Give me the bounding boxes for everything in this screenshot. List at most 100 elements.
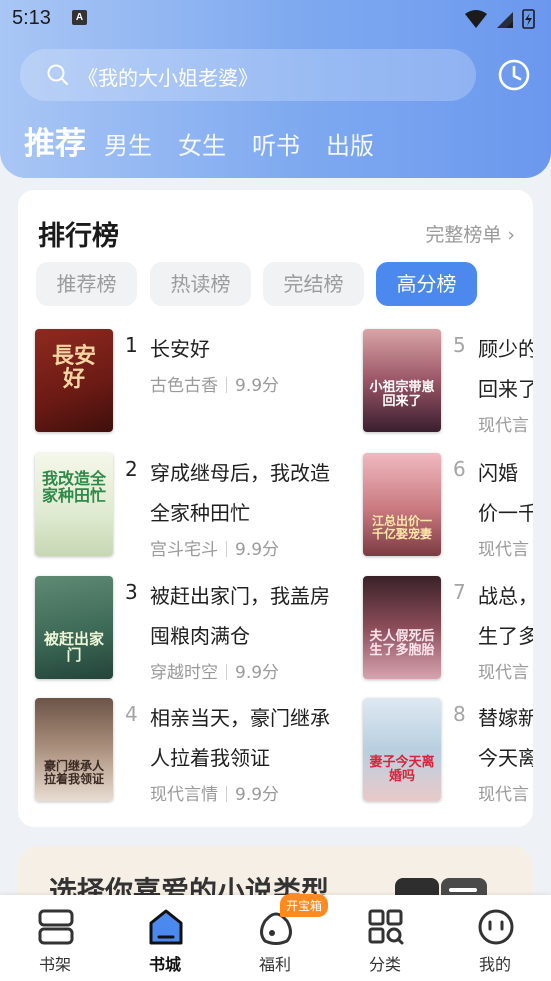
- book-cover: 夫人假死后生了多胞胎: [363, 576, 441, 679]
- book-score: 9.9分: [235, 376, 280, 396]
- header: 5:13 A 《我的大小姐老婆》 推荐 男生 女生 听书 出版: [0, 0, 551, 178]
- tab-recommend[interactable]: 推荐: [24, 118, 86, 163]
- book-genre: 宫斗宅斗: [150, 540, 218, 560]
- ranking-card: 排行榜 完整榜单 › 推荐榜 热读榜 完结榜 高分榜 長安好 1 长安好 古色古…: [18, 190, 533, 827]
- status-bar: 5:13 A: [0, 0, 551, 36]
- book-title-line: 替嫁新: [478, 706, 533, 730]
- book-genre: 现代言情: [150, 785, 218, 805]
- bookstore-icon: [149, 909, 183, 945]
- separator: [226, 541, 227, 557]
- book-genre: 现代言: [478, 785, 529, 805]
- status-time: 5:13: [12, 7, 51, 29]
- book-genre: 穿越时空: [150, 663, 218, 683]
- book-score: 9.9分: [235, 540, 280, 560]
- search-bar[interactable]: 《我的大小姐老婆》: [20, 49, 476, 101]
- treasure-box-badge: 开宝箱: [280, 894, 329, 917]
- book-title: 被赶出家门，我盖房囤粮肉满仓: [150, 584, 330, 648]
- book-rank: 3: [125, 580, 138, 604]
- separator: [226, 786, 227, 802]
- book-title: 长安好: [150, 337, 210, 361]
- book-cover: 妻子今天离婚吗: [363, 698, 441, 801]
- book-cover-title: 豪门继承人拉着我领证: [43, 759, 104, 786]
- separator: [226, 664, 227, 680]
- book-cover: 我改造全家种田忙: [35, 453, 113, 556]
- separator: [226, 377, 227, 393]
- category-grid-icon: [368, 909, 404, 945]
- book-title: 顾少的 回来了: [478, 329, 533, 409]
- book-cover-title: 江总出价一千亿娶宠妻: [371, 514, 432, 541]
- book-item[interactable]: 長安好 1 长安好 古色古香 9.9分: [35, 329, 355, 433]
- book-item[interactable]: 我改造全家种田忙 2 穿成继母后，我改造全家种田忙 宫斗宅斗 9.9分: [35, 453, 355, 560]
- search-placeholder: 《我的大小姐老婆》: [78, 66, 258, 90]
- book-rank: 4: [125, 702, 138, 726]
- full-ranking-link[interactable]: 完整榜单 ›: [425, 220, 515, 247]
- book-item[interactable]: 夫人假死后生了多胞胎 7 战总， 生了多 现代言: [363, 576, 533, 683]
- book-title-line: 闪婚: [478, 461, 518, 485]
- book-cover-title: 妻子今天离婚吗: [369, 755, 435, 784]
- book-cover-title: 長安好: [51, 343, 96, 393]
- ranking-title: 排行榜: [38, 221, 119, 252]
- book-cover: 長安好: [35, 329, 113, 432]
- book-meta: 穿越时空 9.9分: [150, 658, 279, 683]
- book-rank: 1: [125, 333, 138, 357]
- book-item[interactable]: 江总出价一千亿娶宠妻 6 闪婚价一千 现代言: [363, 453, 533, 560]
- tabbar-label: 我的: [478, 955, 511, 974]
- history-clock-icon[interactable]: [496, 57, 532, 93]
- search-icon: [47, 64, 69, 86]
- chip-hot[interactable]: 热读榜: [150, 262, 251, 306]
- book-rank: 7: [453, 580, 466, 604]
- book-title: 穿成继母后，我改造全家种田忙: [150, 461, 330, 525]
- status-icons: [465, 9, 535, 29]
- book-cover: 豪门继承人拉着我领证: [35, 698, 113, 801]
- book-item[interactable]: 妻子今天离婚吗 8 替嫁新今天离 现代言: [363, 698, 533, 805]
- book-title-line: 回来了: [478, 377, 533, 401]
- book-item[interactable]: 小祖宗带崽回来了 5 顾少的回来了 现代言: [363, 329, 533, 436]
- tabbar-bookstore[interactable]: 书城: [110, 895, 220, 981]
- book-cover: 江总出价一千亿娶宠妻: [363, 453, 441, 556]
- book-title-line: 生了多: [478, 624, 533, 648]
- book-rank: 8: [453, 702, 466, 726]
- book-title: 相亲当天，豪门继承人拉着我领证: [150, 706, 330, 770]
- book-title-line: 今天离: [478, 746, 533, 770]
- book-title: 替嫁新 今天离: [478, 698, 533, 778]
- wifi-icon: [465, 10, 487, 28]
- book-rank: 5: [453, 333, 466, 357]
- bookshelf-icon: [38, 909, 74, 945]
- book-cover: 小祖宗带崽回来了: [363, 329, 441, 432]
- tabbar-label: 福利: [258, 955, 291, 974]
- chip-high-score[interactable]: 高分榜: [376, 262, 477, 306]
- tabbar-label: 书城: [148, 955, 181, 974]
- profile-face-icon: [478, 909, 514, 945]
- tab-female[interactable]: 女生: [178, 126, 226, 161]
- book-meta: 古色古香 9.9分: [150, 371, 279, 396]
- book-genre: 古色古香: [150, 376, 218, 396]
- book-title: 战总， 生了多: [478, 576, 533, 656]
- book-genre: 现代言: [478, 416, 529, 436]
- book-item[interactable]: 豪门继承人拉着我领证 4 相亲当天，豪门继承人拉着我领证 现代言情 9.9分: [35, 698, 355, 805]
- tab-audiobook[interactable]: 听书: [252, 126, 300, 161]
- notification-icon: A: [72, 10, 87, 25]
- book-cover-title: 小祖宗带崽回来了: [369, 380, 435, 409]
- book-score: 9.9分: [235, 785, 280, 805]
- chip-completed[interactable]: 完结榜: [263, 262, 364, 306]
- tab-publishing[interactable]: 出版: [326, 126, 374, 161]
- tabbar-label: 分类: [368, 955, 401, 974]
- tabbar-bookshelf[interactable]: 书架: [0, 895, 110, 981]
- book-item[interactable]: 被赶出家门 3 被赶出家门，我盖房囤粮肉满仓 穿越时空 9.9分: [35, 576, 355, 683]
- tab-male[interactable]: 男生: [104, 126, 152, 161]
- book-meta: 宫斗宅斗 9.9分: [150, 535, 279, 560]
- book-rank: 2: [125, 457, 138, 481]
- book-score: 9.9分: [235, 663, 280, 683]
- book-cover: 被赶出家门: [35, 576, 113, 679]
- book-title-line: 价一千: [478, 501, 533, 525]
- book-cover-title: 夫人假死后生了多胞胎: [369, 629, 435, 658]
- tabbar-label: 书架: [38, 955, 71, 974]
- book-meta: 现代言情 9.9分: [150, 780, 279, 805]
- book-genre: 现代言: [478, 540, 529, 560]
- book-cover-title: 我改造全家种田忙: [41, 469, 106, 505]
- tabbar-category[interactable]: 分类: [330, 895, 440, 981]
- chip-recommend[interactable]: 推荐榜: [36, 262, 137, 306]
- tabbar-profile[interactable]: 我的: [440, 895, 550, 981]
- book-rank: 6: [453, 457, 466, 481]
- book-title-line: 顾少的: [478, 337, 533, 361]
